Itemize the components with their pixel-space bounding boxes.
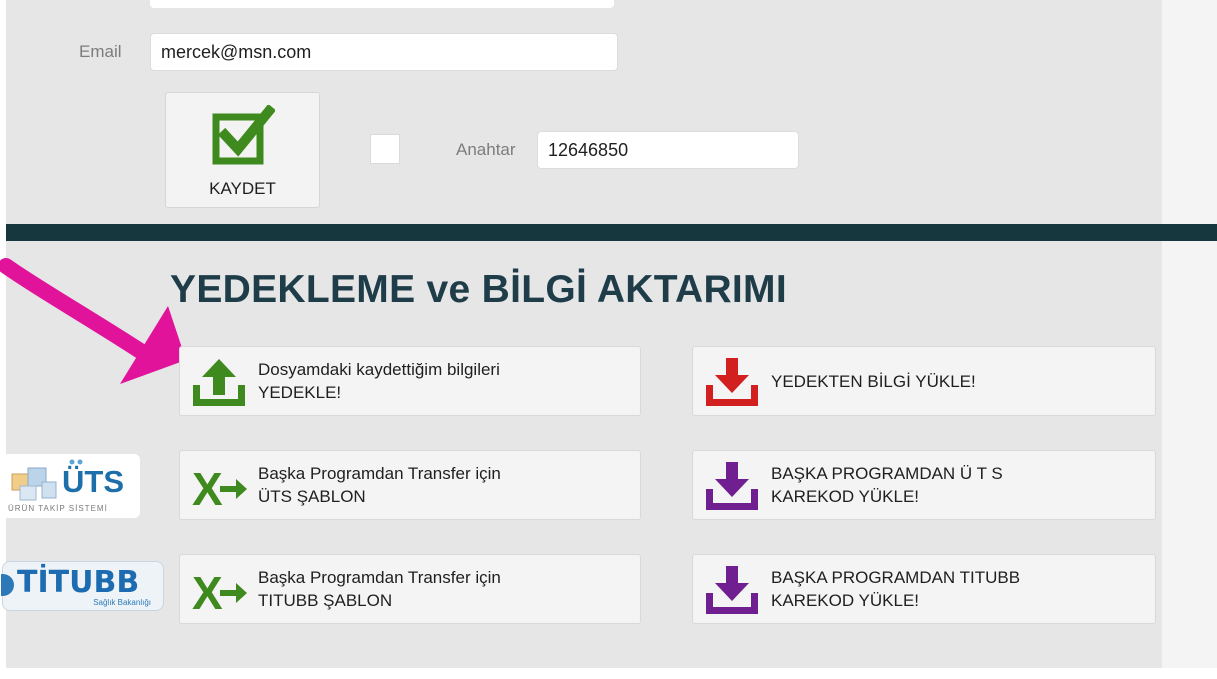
pointer-arrow-annotation (0, 258, 186, 384)
titubb-template-label: Başka Programdan Transfer için TITUBB ŞA… (258, 568, 501, 610)
email-label: Email (79, 42, 122, 61)
uts-template-label: Başka Programdan Transfer için ÜTS ŞABLO… (258, 464, 501, 506)
option-checkbox[interactable] (370, 134, 400, 164)
uts-karekod-load-label: BAŞKA PROGRAMDAN Ü T S KAREKOD YÜKLE! (771, 464, 1003, 506)
titubb-logo: TİTUBB Sağlık Bakanlığı (1, 561, 164, 611)
restore-backup-button[interactable]: YEDEKTEN BİLGİ YÜKLE! (692, 346, 1156, 416)
svg-text:X: X (192, 463, 223, 513)
section-title: YEDEKLEME ve BİLGİ AKTARIMI (170, 268, 787, 311)
upload-icon (193, 359, 245, 406)
uts-logo: ÜTS ÜRÜN TAKİP SİSTEMİ (2, 454, 140, 518)
excel-export-icon: X (192, 567, 247, 617)
restore-backup-label: YEDEKTEN BİLGİ YÜKLE! (771, 372, 976, 391)
uts-logo-subtitle: ÜRÜN TAKİP SİSTEMİ (8, 504, 108, 513)
titubb-emblem-icon (1, 574, 14, 596)
titubb-karekod-load-button[interactable]: BAŞKA PROGRAMDAN TITUBB KAREKOD YÜKLE! (692, 554, 1156, 624)
checkbox-check-icon (212, 105, 275, 165)
section-divider (6, 224, 1217, 241)
save-button[interactable]: KAYDET (165, 92, 320, 208)
email-field[interactable] (150, 33, 618, 71)
backup-button-label: Dosyamdaki kaydettiğim bilgileri YEDEKLE… (258, 360, 500, 402)
titubb-template-button[interactable]: X Başka Programdan Transfer için TITUBB … (179, 554, 641, 624)
excel-export-icon: X (192, 463, 247, 513)
uts-logo-text: ÜTS (62, 464, 124, 499)
download-icon (706, 566, 758, 614)
titubb-karekod-load-label: BAŞKA PROGRAMDAN TITUBB KAREKOD YÜKLE! (771, 568, 1021, 610)
svg-text:X: X (192, 567, 223, 617)
download-icon (706, 358, 758, 406)
key-field[interactable] (537, 131, 799, 169)
right-margin (1162, 0, 1217, 668)
save-button-label: KAYDET (209, 179, 276, 198)
titubb-logo-subtitle: Sağlık Bakanlığı (93, 598, 151, 607)
titubb-logo-text: TİTUBB (17, 565, 140, 600)
key-label: Anahtar (456, 140, 516, 159)
download-icon (706, 462, 758, 510)
uts-karekod-load-button[interactable]: BAŞKA PROGRAMDAN Ü T S KAREKOD YÜKLE! (692, 450, 1156, 520)
cropped-field-above (150, 0, 614, 8)
uts-template-button[interactable]: X Başka Programdan Transfer için ÜTS ŞAB… (179, 450, 641, 520)
backup-button[interactable]: Dosyamdaki kaydettiğim bilgileri YEDEKLE… (179, 346, 641, 416)
